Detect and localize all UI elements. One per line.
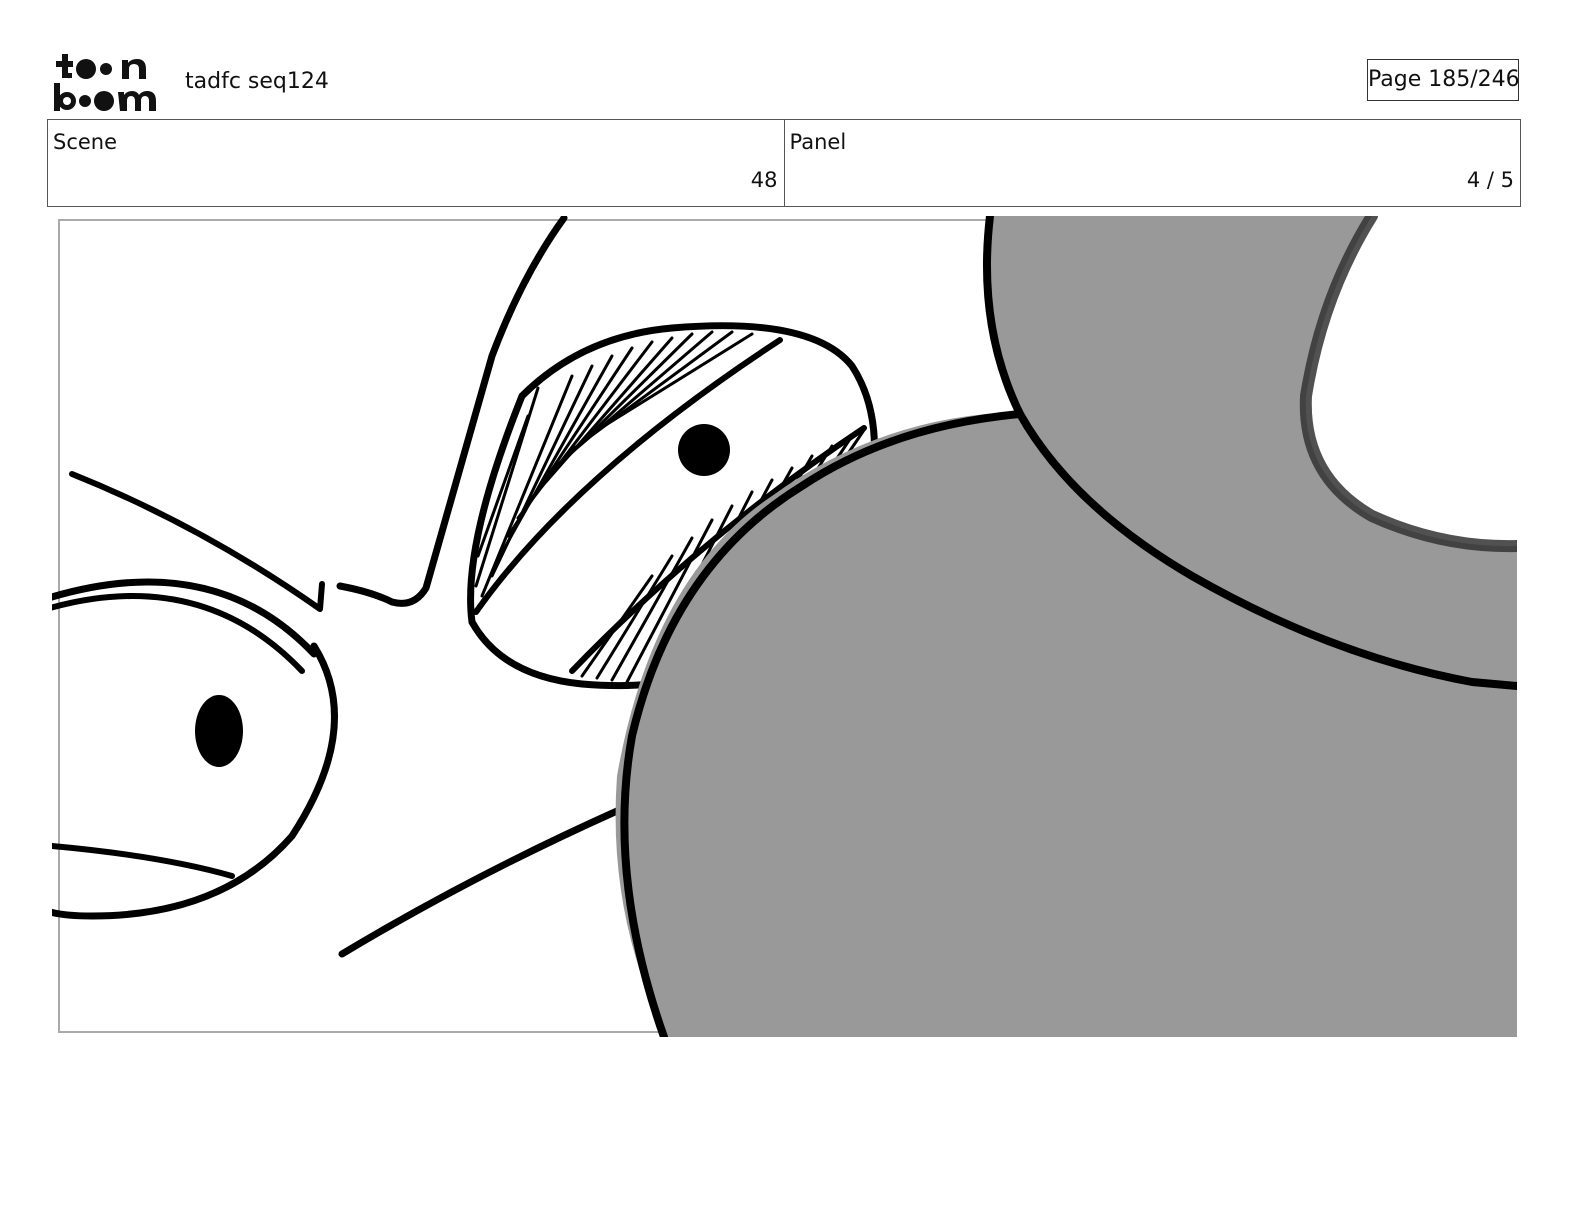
scene-value: 48 [750, 168, 778, 192]
right-pupil [678, 424, 730, 476]
scene-cell: Scene 48 [48, 120, 784, 206]
scene-label: Scene [53, 130, 118, 154]
panel-cell: Panel 4 / 5 [783, 120, 1521, 206]
scene-panel-info: Scene 48 Panel 4 / 5 [47, 119, 1521, 207]
storyboard-panel-image [52, 216, 1517, 1037]
panel-label: Panel [789, 130, 847, 154]
page-indicator: Page 185/246 [1367, 59, 1520, 101]
toon-boom-logo [52, 52, 164, 112]
panel-value: 4 / 5 [1466, 168, 1514, 192]
left-pupil [195, 695, 243, 767]
document-title: tadfc seq124 [185, 69, 329, 94]
